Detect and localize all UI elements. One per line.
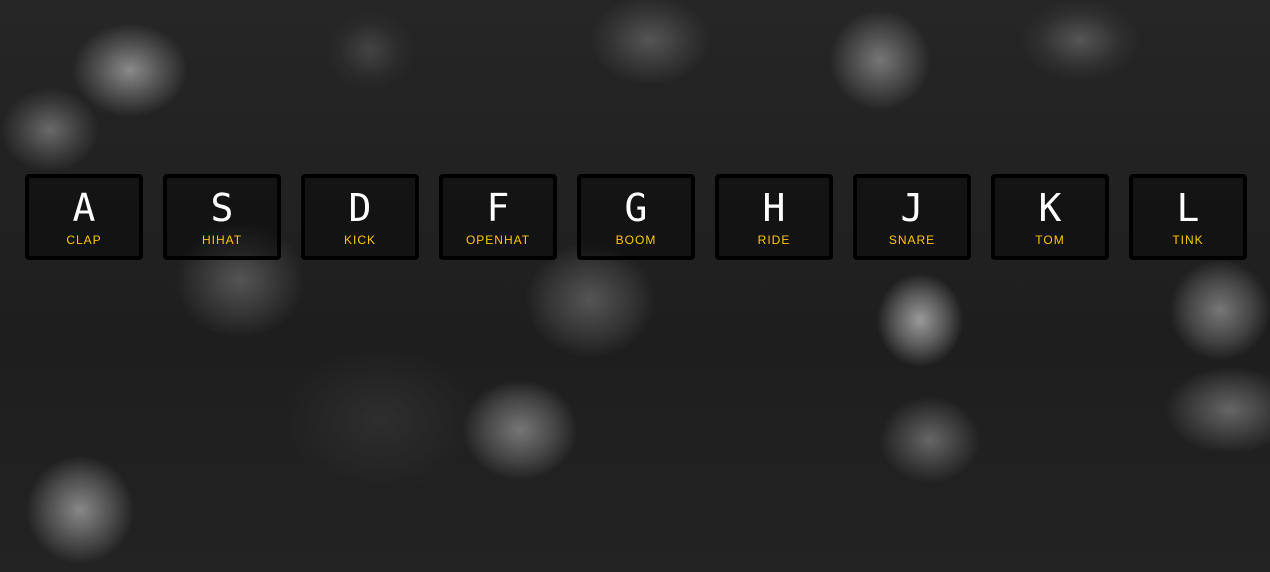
- sound-label: CLAP: [66, 233, 102, 247]
- drum-key-a[interactable]: A CLAP: [25, 174, 143, 260]
- key-letter: G: [624, 186, 648, 230]
- drum-keys-row: A CLAP S HIHAT D KICK F OPENHAT G BOOM H…: [25, 174, 1247, 260]
- sound-label: RIDE: [757, 233, 791, 247]
- sound-label: OPENHAT: [465, 233, 531, 247]
- key-letter: H: [762, 186, 786, 230]
- sound-label: SNARE: [888, 233, 936, 247]
- key-letter: D: [348, 186, 372, 230]
- drum-key-g[interactable]: G BOOM: [577, 174, 695, 260]
- sound-label: HIHAT: [201, 233, 243, 247]
- drum-key-s[interactable]: S HIHAT: [163, 174, 281, 260]
- key-letter: S: [210, 186, 234, 230]
- sound-label: BOOM: [615, 233, 657, 247]
- drum-key-k[interactable]: K TOM: [991, 174, 1109, 260]
- key-letter: L: [1176, 186, 1200, 230]
- sound-label: TINK: [1172, 233, 1204, 247]
- drum-key-l[interactable]: L TINK: [1129, 174, 1247, 260]
- drum-key-d[interactable]: D KICK: [301, 174, 419, 260]
- drum-kit-page: { "theme": { "key_border": "#000000", "k…: [0, 0, 1270, 572]
- key-letter: A: [72, 186, 96, 230]
- key-letter: J: [900, 186, 924, 230]
- key-letter: F: [486, 186, 510, 230]
- key-letter: K: [1038, 186, 1062, 230]
- sound-label: KICK: [343, 233, 376, 247]
- drum-key-j[interactable]: J SNARE: [853, 174, 971, 260]
- drum-key-f[interactable]: F OPENHAT: [439, 174, 557, 260]
- sound-label: TOM: [1035, 233, 1065, 247]
- drum-key-h[interactable]: H RIDE: [715, 174, 833, 260]
